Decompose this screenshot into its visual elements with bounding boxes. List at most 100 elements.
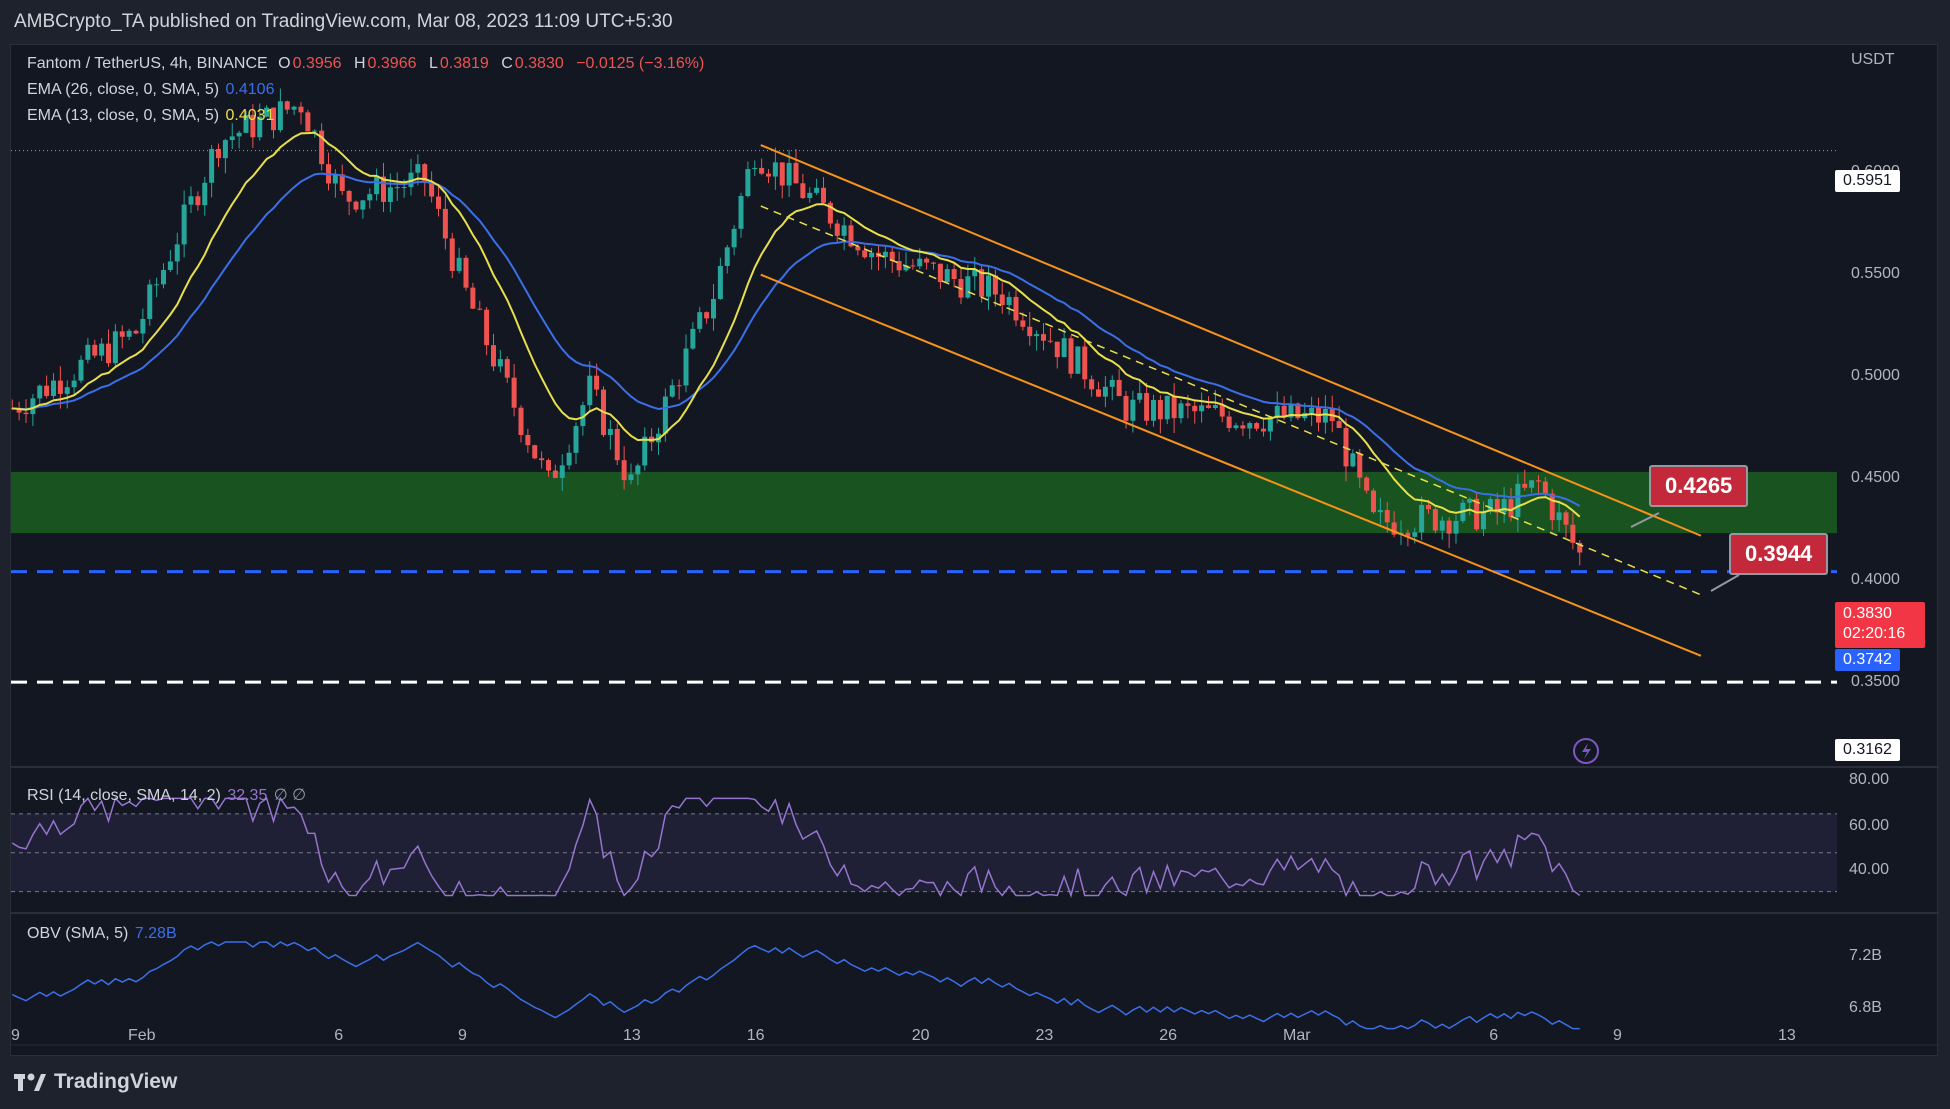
candle-body: [1075, 346, 1081, 374]
candle-body: [1006, 296, 1012, 306]
publisher-line: AMBCrypto_TA published on TradingView.co…: [14, 11, 673, 32]
candle-body: [924, 258, 930, 263]
candle-body: [57, 380, 63, 394]
candle-body: [669, 385, 675, 397]
candle-body: [717, 265, 723, 299]
candle-body: [704, 312, 710, 319]
candle-body: [1116, 379, 1122, 397]
candle-body: [752, 167, 758, 170]
chart-frame[interactable]: Fantom / TetherUS, 4h, BINANCE O 0.3956 H…: [10, 44, 1939, 1057]
candle-body: [140, 318, 146, 334]
ema26-legend[interactable]: EMA (26, close, 0, SMA, 5) 0.4106: [27, 81, 276, 99]
candle-body: [305, 112, 311, 132]
candle-body: [1041, 334, 1046, 341]
candle-body: [786, 162, 792, 186]
obv-tick-7.2B: 7.2B: [1849, 947, 1882, 964]
candle-body: [1322, 408, 1328, 423]
candle-body: [566, 452, 572, 466]
close-label: C: [501, 55, 513, 72]
candle-body: [1212, 405, 1218, 409]
candle-body: [917, 258, 923, 267]
candle-body: [944, 269, 950, 283]
tick-0.5500: 0.5500: [1851, 265, 1900, 282]
candle-body: [1109, 379, 1115, 387]
callout-lower: 0.3944: [1729, 533, 1829, 575]
ema13-label: EMA (13, close, 0, SMA, 5): [27, 107, 220, 124]
low-label: L: [428, 55, 438, 72]
candle-body: [236, 132, 242, 137]
candle-body: [64, 387, 70, 394]
time-label-9: 9: [458, 1027, 467, 1044]
candle-body: [1178, 403, 1184, 419]
candle-body: [683, 348, 689, 386]
candle-body: [607, 428, 613, 435]
candle-body: [1171, 395, 1177, 419]
candle-body: [1144, 393, 1150, 421]
candle-body: [986, 275, 991, 297]
candle-body: [497, 359, 503, 367]
candle-body: [931, 262, 936, 264]
candle-body: [573, 426, 579, 453]
high-label: H: [353, 55, 366, 72]
candle-body: [449, 238, 455, 271]
candle-body: [1467, 498, 1473, 503]
candle-body: [415, 164, 421, 173]
candle-body: [154, 284, 160, 286]
candle-body: [1426, 504, 1431, 510]
candle-body: [1446, 520, 1452, 534]
level-label-0.5951: 0.5951: [1835, 170, 1900, 192]
candle-body: [532, 445, 538, 459]
candle-body: [539, 458, 545, 461]
candle-body: [676, 385, 682, 387]
candle-body: [1529, 480, 1535, 488]
rsi-legend[interactable]: RSI (14, close, SMA, 14, 2) 32.35 ∅ ∅: [27, 785, 308, 805]
candle-body: [731, 228, 737, 248]
candle-body: [1384, 510, 1390, 523]
candle-body: [312, 130, 318, 132]
candle-body: [1027, 326, 1033, 337]
candle-body: [738, 196, 744, 229]
tick-0.3500: 0.3500: [1851, 673, 1900, 690]
level-label-0.3162: 0.3162: [1835, 739, 1900, 761]
obv-label: OBV (SMA, 5): [27, 925, 129, 942]
candle-body: [1336, 421, 1342, 429]
currency-label: USDT: [1851, 51, 1895, 68]
candle-body: [724, 247, 730, 266]
candle-body: [1020, 320, 1026, 327]
candle-body: [1226, 416, 1232, 429]
candle-body: [202, 182, 208, 206]
candle-body: [1034, 334, 1040, 337]
candle-body: [37, 385, 43, 399]
candle-body: [793, 162, 799, 184]
candle-body: [965, 276, 971, 298]
tradingview-logo[interactable]: TradingView: [14, 1070, 177, 1094]
candle-body: [614, 428, 620, 461]
candle-body: [477, 308, 483, 310]
candle-countdown: 02:20:16: [1843, 625, 1906, 642]
candle-body: [209, 148, 215, 183]
candle-body: [387, 187, 393, 202]
candle-body: [821, 187, 826, 203]
candle-body: [779, 162, 785, 186]
candle-body: [1054, 341, 1060, 358]
ema13-legend[interactable]: EMA (13, close, 0, SMA, 5) 0.4031: [27, 107, 276, 125]
candle-body: [1570, 524, 1576, 543]
obv-value: 7.28B: [134, 925, 177, 942]
candle-body: [44, 385, 50, 396]
candle-body: [332, 174, 338, 184]
price-chart[interactable]: [11, 45, 1939, 1057]
obv-legend[interactable]: OBV (SMA, 5) 7.28B: [27, 925, 179, 943]
candle-body: [1549, 493, 1555, 521]
candle-body: [807, 192, 813, 199]
candle-body: [1206, 405, 1211, 409]
time-label-Feb: Feb: [128, 1027, 156, 1044]
symbol-title: Fantom / TetherUS, 4h, BINANCE: [27, 55, 268, 72]
candle-body: [99, 343, 105, 356]
candle-body: [1240, 425, 1246, 429]
candle-body: [298, 106, 304, 113]
candle-body: [463, 257, 469, 288]
candle-body: [621, 460, 627, 481]
candle-body: [511, 377, 517, 408]
candle-body: [112, 331, 118, 364]
candle-body: [1563, 512, 1569, 525]
